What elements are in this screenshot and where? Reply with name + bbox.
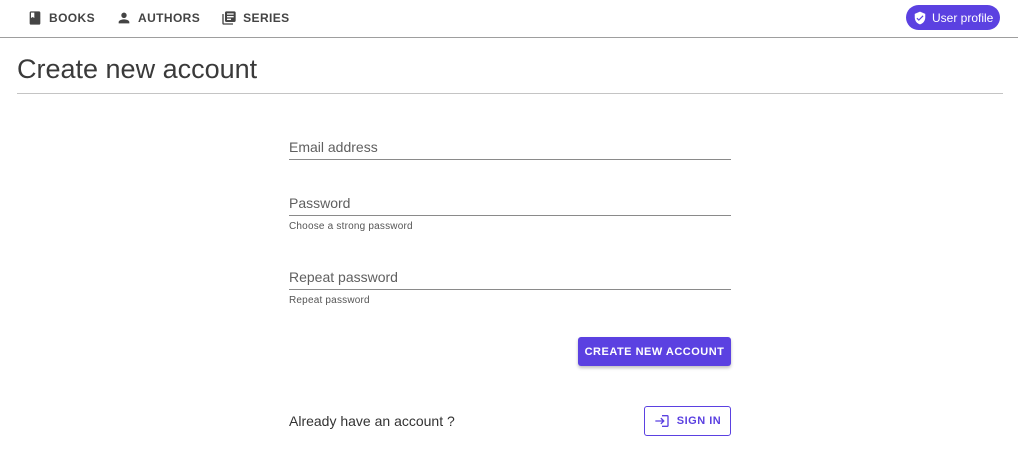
- user-profile-label: User profile: [932, 10, 994, 25]
- nav-item-label: BOOKS: [49, 11, 96, 25]
- password-input[interactable]: [289, 192, 731, 214]
- nav-item-books[interactable]: BOOKS: [27, 9, 95, 27]
- login-icon: [655, 415, 669, 427]
- repeat-password-hint: Repeat password: [289, 295, 370, 306]
- top-nav-bar: BOOKS AUTHORS SERIES User profile: [0, 0, 1018, 38]
- password-hint: Choose a strong password: [289, 221, 413, 232]
- repeat-password-field-group: Repeat password: [289, 266, 731, 306]
- nav-item-series[interactable]: SERIES: [221, 9, 289, 27]
- email-field-underline: [289, 136, 731, 160]
- repeat-password-field-underline: [289, 266, 731, 290]
- email-field-group: [289, 136, 731, 160]
- already-have-account-text: Already have an account ?: [289, 413, 455, 429]
- book-icon: [29, 11, 41, 25]
- sign-in-label: SIGN IN: [676, 415, 722, 427]
- person-icon: [118, 12, 130, 24]
- shield-check-icon: [914, 11, 926, 24]
- sign-in-button[interactable]: SIGN IN: [644, 406, 731, 436]
- nav-item-label: SERIES: [243, 11, 290, 25]
- nav-item-label: AUTHORS: [138, 11, 201, 25]
- title-divider: [17, 93, 1003, 94]
- page-title: Create new account: [17, 54, 258, 84]
- user-profile-button[interactable]: User profile: [906, 5, 1000, 30]
- nav-item-authors[interactable]: AUTHORS: [116, 9, 200, 27]
- email-input[interactable]: [289, 136, 731, 158]
- main-nav: BOOKS AUTHORS SERIES: [27, 9, 311, 27]
- create-account-button[interactable]: CREATE NEW ACCOUNT: [578, 337, 731, 366]
- library-icon: [222, 11, 236, 25]
- password-field-group: Choose a strong password: [289, 192, 731, 232]
- password-field-underline: [289, 192, 731, 216]
- repeat-password-input[interactable]: [289, 266, 731, 288]
